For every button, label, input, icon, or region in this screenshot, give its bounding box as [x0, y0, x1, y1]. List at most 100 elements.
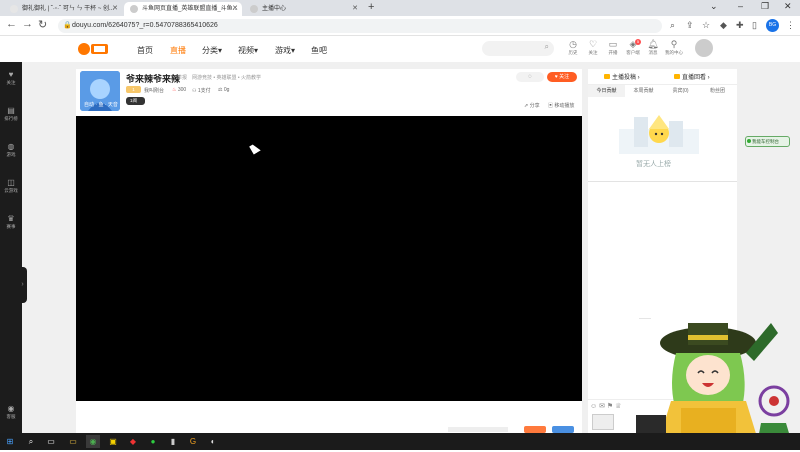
reload-icon[interactable]: ↻: [38, 18, 47, 31]
sidebar-icon[interactable]: ▯: [752, 20, 757, 31]
chrome-icon[interactable]: ◉: [86, 435, 100, 448]
browser-tab[interactable]: 御礼御礼 | ˘·ᵕ·˘ 可ㄣ ㄣ 干杯 ~ 创... ✕: [4, 2, 122, 16]
follow-button[interactable]: ♥ 关注: [547, 72, 577, 82]
site-header: 首页 直播 分类▾ 视频▾ 游戏▾ 鱼吧 ⌕ ◷ 历史 ♡ 关注 ▭ 开播 ◈ 客户端 5…: [0, 37, 800, 62]
search-icon[interactable]: ⌕: [24, 435, 38, 448]
forward-icon[interactable]: →: [22, 18, 33, 30]
app-icon[interactable]: ▣: [106, 435, 120, 448]
minimize-button[interactable]: –: [738, 1, 743, 11]
close-icon[interactable]: ✕: [232, 2, 238, 16]
sidebar-item-cloud-game[interactable]: ◫ 云游戏: [0, 178, 22, 194]
task-button[interactable]: ⚲ 我的中心: [665, 39, 683, 56]
character-art: [636, 323, 794, 450]
user-avatar[interactable]: [695, 39, 713, 57]
app-icon[interactable]: ◆: [126, 435, 140, 448]
sidebar-item-service[interactable]: ◉ 客服: [0, 404, 22, 420]
menu-icon[interactable]: ⋮: [786, 20, 795, 31]
close-window-button[interactable]: ✕: [784, 1, 792, 12]
breadcrumb[interactable]: 网游竞技 • 英雄联盟 • 火箭教学: [192, 74, 261, 81]
live-button[interactable]: ▭ 开播: [604, 39, 622, 56]
profile-avatar[interactable]: BG: [766, 19, 779, 32]
app-icon[interactable]: ▮: [166, 435, 180, 448]
close-icon[interactable]: ✕: [352, 2, 358, 16]
nav-video[interactable]: 视频▾: [238, 45, 258, 56]
tab-title: 御礼御礼 | ˘·ᵕ·˘ 可ㄣ ㄣ 干杯 ~ 创...: [22, 6, 114, 12]
tab-today[interactable]: 今日贡献: [588, 85, 625, 97]
member-count: ⚇ 1支付: [192, 88, 211, 94]
app-icon[interactable]: ●: [146, 435, 160, 448]
sidebar-item-follow[interactable]: ♥ 关注: [0, 70, 22, 86]
tab-vip[interactable]: 贵宾(0): [662, 85, 699, 97]
chat-input[interactable]: [592, 414, 614, 430]
emoji-icon[interactable]: ☺ ✉ ⚑ ♕: [590, 402, 621, 410]
windows-taskbar: ⊞ ⌕ ▭ ▭ ◉ ▣ ◆ ● ▮ G ◐: [0, 433, 800, 450]
browser-tab-active[interactable]: 斗鱼网页直播_英雄联盟直播_斗鱼... ✕: [124, 2, 242, 16]
browser-tab-bar: 御礼御礼 | ˘·ᵕ·˘ 可ㄣ ㄣ 干杯 ~ 创... ✕ 斗鱼网页直播_英雄联…: [0, 0, 800, 16]
overlay-character: ———: [636, 313, 800, 450]
sidebar-item-events[interactable]: ♛ 赛事: [0, 214, 22, 230]
report-link[interactable]: 举报: [177, 74, 187, 81]
streamer-name[interactable]: 我叫刚台: [144, 87, 164, 94]
close-icon[interactable]: ✕: [112, 2, 118, 16]
search-icon[interactable]: ⌕: [670, 20, 675, 31]
favicon-icon: [250, 5, 258, 13]
tab-fans[interactable]: 粉丝团: [699, 85, 736, 97]
nav-fishbar[interactable]: 鱼吧: [311, 45, 327, 56]
nav-home[interactable]: 首页: [137, 45, 153, 56]
streamer-post-link[interactable]: 主播投稿 ›: [604, 72, 640, 81]
video-player[interactable]: [76, 116, 582, 401]
gift-button[interactable]: [524, 426, 546, 433]
client-button[interactable]: ◈ 客户端 5: [624, 39, 642, 56]
right-panel-header: 主播投稿 › 直播回看 ›: [588, 69, 737, 85]
game-icon: ◍: [7, 142, 15, 151]
replay-icon: [674, 74, 680, 79]
streamer-avatar[interactable]: 自动 · 鱼 · 天音: [80, 71, 120, 111]
share-button[interactable]: ⇗ 分享: [524, 102, 540, 109]
bell-icon: 🔔︎: [647, 39, 659, 49]
contribution-tabs: 今日贡献 本周贡献 贵宾(0) 粉丝团: [588, 85, 737, 97]
maximize-button[interactable]: ❐: [761, 1, 769, 12]
tab-week[interactable]: 本周贡献: [625, 85, 662, 97]
browser-tab[interactable]: 主播中心 ✕: [244, 2, 362, 16]
task-view-icon[interactable]: ▭: [44, 435, 58, 448]
history-button[interactable]: ◷ 历史: [564, 39, 582, 56]
recharge-button[interactable]: [552, 426, 574, 433]
nav-live[interactable]: 直播: [170, 45, 186, 56]
url-input[interactable]: 🔒 douyu.com/6264075?_r=0.547078836541062…: [58, 19, 662, 33]
url-text: douyu.com/6264075?_r=0.5470788365410626: [72, 22, 218, 29]
file-explorer-icon[interactable]: ▭: [66, 435, 80, 448]
camera-icon: ▭: [608, 39, 618, 49]
follow-button[interactable]: ♡ 关注: [584, 39, 602, 56]
app-icon[interactable]: G: [186, 435, 200, 448]
left-sidebar: ♥ 关注 ▤ 排行榜 ◍ 游戏 ◫ 云游戏 ♛ 赛事 ◉ 客服: [0, 62, 22, 433]
room-info: 自动 · 鱼 · 天音 爷来辣爷来辣 举报 网游竞技 • 英雄联盟 • 火箭教学…: [76, 69, 582, 116]
share-icon[interactable]: ⇪: [686, 20, 694, 31]
sidebar-expand-button[interactable]: ›: [18, 267, 27, 303]
site-search-input[interactable]: ⌕: [482, 41, 554, 56]
sidebar-item-rank[interactable]: ▤ 排行榜: [0, 106, 22, 122]
floating-console-button[interactable]: 我能车控制台: [745, 136, 790, 147]
extension-icon[interactable]: ◆: [720, 20, 727, 31]
hot-count: ♨ 300: [172, 87, 187, 93]
sidebar-item-game[interactable]: ◍ 游戏: [0, 142, 22, 158]
mobile-play-button[interactable]: ▣ 移动播放: [548, 102, 574, 109]
replay-link[interactable]: 直播回看 ›: [674, 72, 710, 81]
back-icon[interactable]: ←: [6, 18, 17, 30]
fan-badge[interactable]: 1阅: [126, 97, 146, 105]
start-icon[interactable]: ⊞: [3, 435, 17, 448]
tab-title: 主播中心: [262, 6, 287, 12]
douyu-logo[interactable]: [78, 41, 110, 57]
headset-icon: ◉: [7, 404, 15, 413]
puzzle-icon[interactable]: ✚: [736, 20, 744, 31]
new-tab-button[interactable]: +: [368, 1, 374, 13]
obs-icon[interactable]: ◐: [206, 435, 220, 448]
favicon-icon: [130, 5, 138, 13]
message-button[interactable]: 🔔︎ 消息: [644, 39, 662, 56]
favicon-icon: [10, 5, 18, 13]
star-icon[interactable]: ☆: [702, 20, 710, 31]
nav-game[interactable]: 游戏▾: [275, 45, 295, 56]
tab-title: 斗鱼网页直播_英雄联盟直播_斗鱼...: [142, 6, 238, 12]
tab-search-icon[interactable]: ⌄: [710, 1, 718, 12]
nav-category[interactable]: 分类▾: [202, 45, 222, 56]
search-icon[interactable]: ⌕: [545, 42, 549, 52]
